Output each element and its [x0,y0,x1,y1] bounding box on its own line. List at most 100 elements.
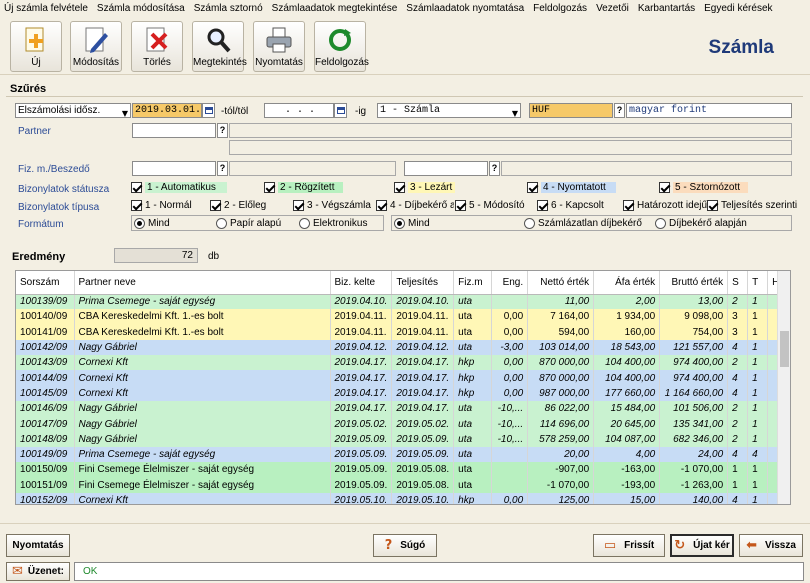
radio-dot[interactable] [524,217,535,229]
column-header[interactable]: Biz. kelte [330,271,393,295]
radio-dot[interactable] [134,217,145,229]
column-header[interactable]: T [747,271,769,295]
menu-item[interactable]: Egyedi kérések [704,3,772,14]
table-row[interactable]: 100149/09 Prima Csemege - saját egység 201… [16,446,788,463]
radio-dot[interactable] [299,217,310,229]
column-header[interactable]: S [727,271,749,295]
column-header[interactable]: Nettó érték [527,271,595,295]
period-type-select[interactable]: Elszámolási idősz. ▼ [15,103,131,118]
radio-dot[interactable] [216,217,227,229]
menu-item[interactable]: Karbantartás [638,3,695,14]
column-header[interactable]: Teljesítés [391,271,455,295]
back-button[interactable]: ⬅ Vissza [739,534,803,557]
table-row[interactable]: 100141/09 CBA Kereskedelmi Kft. 1.-es bol… [16,324,788,340]
process-button[interactable]: Feldolgozás [314,21,369,72]
collector-lookup-button[interactable]: ? [489,161,500,176]
payment-lookup-button[interactable]: ? [217,161,228,176]
checkbox-box[interactable] [210,199,221,211]
menu-item[interactable]: Vezetői [596,3,629,14]
status-checkbox[interactable]: 5 - Sztornózott [659,180,748,194]
edit-button[interactable]: Módosítás [70,21,122,72]
table-row[interactable]: 100143/09 Cornexi Kft 2019.04.17. 2019.04.1… [16,355,788,371]
print-button[interactable]: Nyomtatás [6,534,70,557]
checkbox-box[interactable] [537,199,548,211]
table-row[interactable]: 100148/09 Nagy Gábriel 2019.05.09. 2019.05.… [16,431,788,447]
calendar-to-icon[interactable] [334,103,347,118]
table-row[interactable]: 100146/09 Nagy Gábriel 2019.04.17. 2019.04.… [16,401,788,417]
format2-radio[interactable]: Számlázatlan díjbekérő [524,216,642,230]
type-checkbox[interactable]: Teljesítés szerinti [707,198,797,212]
currency-lookup-button[interactable]: ? [614,103,625,118]
checkbox-box[interactable] [455,199,466,211]
radio-dot[interactable] [655,217,666,229]
status-checkbox[interactable]: 2 - Rögzített [264,180,343,194]
column-header[interactable]: Fiz.m [453,271,493,295]
checkbox-box[interactable] [527,181,538,193]
checkbox-box[interactable] [131,181,142,193]
column-header[interactable]: Partner neve [74,271,331,295]
new-query-button[interactable]: ↻ Újat kér [670,534,734,557]
type-checkbox[interactable]: 3 - Végszámla [293,198,371,212]
type-checkbox[interactable]: 6 - Kapcsolt [537,198,604,212]
checkbox-box[interactable] [376,199,387,211]
checkbox-box[interactable] [264,181,275,193]
column-header[interactable]: Eng. [491,271,529,295]
type-checkbox[interactable]: 4 - Díjbekérő alapján [376,198,454,212]
scrollbar-thumb[interactable] [780,331,789,367]
menu-item[interactable]: Új számla felvétele [4,3,88,14]
menu-item[interactable]: Számlaadatok megtekintése [272,3,398,14]
table-row[interactable]: 100140/09 CBA Kereskedelmi Kft. 1.-es bol… [16,309,788,325]
checkbox-box[interactable] [293,199,304,211]
new-button[interactable]: Új [10,21,62,72]
format-radio[interactable]: Mind [134,216,170,230]
format-radio[interactable]: Papír alapú [216,216,281,230]
menu-item[interactable]: Feldolgozás [533,3,587,14]
delete-button[interactable]: Törlés [131,21,183,72]
table-row[interactable]: 100147/09 Nagy Gábriel 2019.05.02. 2019.05.… [16,416,788,432]
vertical-scrollbar[interactable] [777,271,790,504]
doc-type-select[interactable]: 1 - Számla ▼ [377,103,521,118]
status-checkbox[interactable]: 1 - Automatikus [131,180,227,194]
table-row[interactable]: 100151/09 Fini Csemege Élelmiszer - saját… [16,477,788,493]
checkbox-box[interactable] [623,199,634,211]
column-header[interactable]: Sorszám [16,271,75,295]
table-row[interactable]: 100142/09 Nagy Gábriel 2019.04.12. 2019.04.… [16,339,788,356]
date-from-field[interactable]: 2019.03.01. [132,103,202,118]
type-checkbox[interactable]: 1 - Normál [131,198,192,212]
table-row[interactable]: 100150/09 Fini Csemege Élelmiszer - saját… [16,462,788,478]
menu-item[interactable]: Számlaadatok nyomtatása [406,3,524,14]
partner-code-field[interactable] [132,123,216,138]
checkbox-box[interactable] [394,181,405,193]
status-checkbox[interactable]: 4 - Nyomtatott [527,180,616,194]
format2-radio[interactable]: Díjbekérő alapján [655,216,747,230]
format2-radio[interactable]: Mind [394,216,430,230]
table-row[interactable]: 100145/09 Cornexi Kft 2019.04.17. 2019.04.1… [16,385,788,402]
table-row[interactable]: 100144/09 Cornexi Kft 2019.04.17. 2019.04.1… [16,370,788,386]
type-checkbox[interactable]: Határozott idejű [623,198,707,212]
column-header[interactable]: Áfa érték [593,271,661,295]
payment-method-field[interactable] [132,161,216,176]
checkbox-box[interactable] [707,199,718,211]
type-checkbox[interactable]: 2 - Előleg [210,198,266,212]
radio-dot[interactable] [394,217,405,229]
message-button[interactable]: ✉ Üzenet: [6,562,70,581]
menu-item[interactable]: Számla módosítása [97,3,185,14]
print-toolbar-button[interactable]: Nyomtatás [253,21,305,72]
collector-field[interactable] [404,161,488,176]
type-checkbox[interactable]: 5 - Módosító [455,198,525,212]
status-checkbox[interactable]: 3 - Lezárt [394,180,455,194]
table-row[interactable]: 100139/09 Prima Csemege - saját egység 201… [16,294,788,310]
calendar-from-icon[interactable] [202,103,215,118]
format-radio[interactable]: Elektronikus [299,216,367,230]
checkbox-box[interactable] [659,181,670,193]
table-row[interactable]: 100152/09 Cornexi Kft 2019.05.10. 2019.05.1… [16,492,788,504]
date-to-field[interactable]: . . . [264,103,334,118]
currency-code-field[interactable]: HUF [529,103,613,118]
results-grid[interactable]: Sorszám Partner neve Biz. kelte Teljesítés F… [15,270,791,505]
help-button[interactable]: ? Súgó [373,534,437,557]
checkbox-box[interactable] [131,199,142,211]
partner-lookup-button[interactable]: ? [217,123,228,138]
menu-item[interactable]: Számla sztornó [194,3,263,14]
refresh-button[interactable]: ▭ Frissít [593,534,665,557]
column-header[interactable]: Bruttó érték [659,271,729,295]
